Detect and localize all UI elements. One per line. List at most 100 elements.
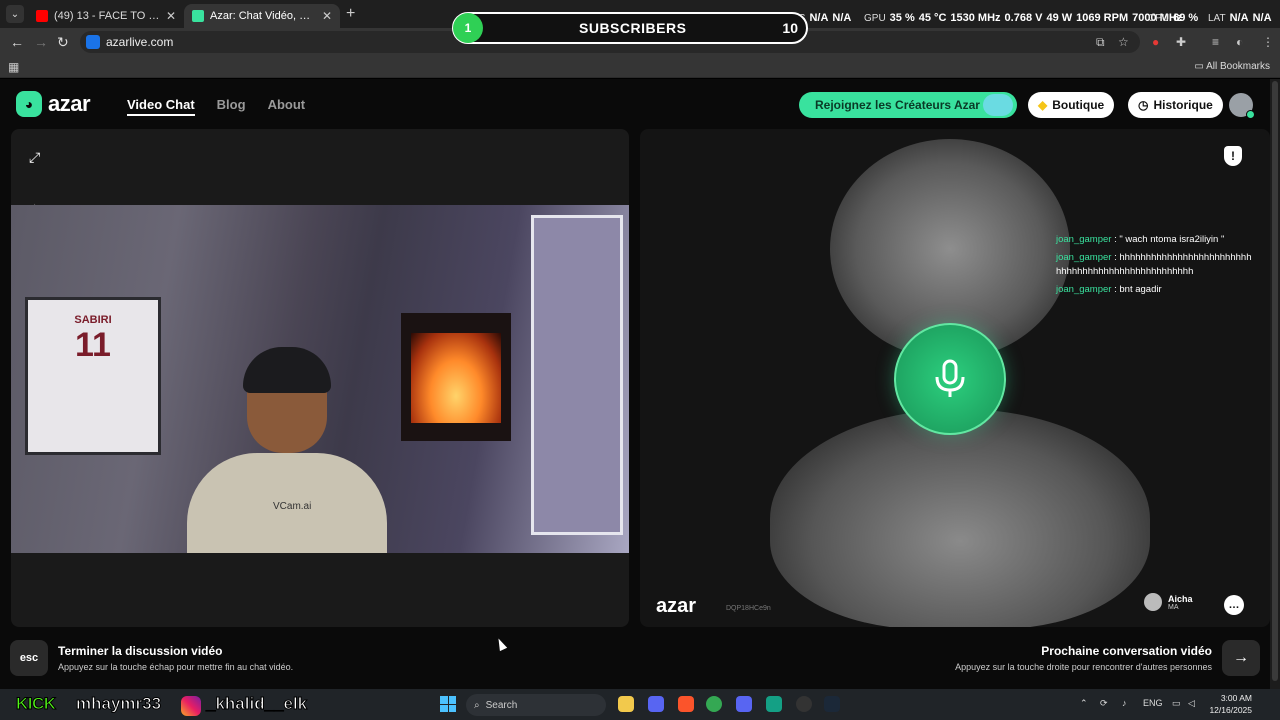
forward-icon[interactable]: → [34, 34, 48, 50]
jersey-number: 11 [75, 326, 111, 364]
nav-blog[interactable]: Blog [217, 97, 246, 116]
extension-icon[interactable]: ● [1152, 35, 1159, 49]
kick-username: mhaymr33 [75, 694, 162, 714]
hoodie-logo-text: VCam.ai [273, 501, 312, 512]
next-chat-hint: Appuyez sur la touche droite pour rencon… [955, 662, 1212, 672]
bookmarks-bar: ▦ ▭ All Bookmarks [0, 56, 1280, 78]
chat-bubble-icon[interactable]: … [1224, 595, 1244, 615]
gpu-stat: GPU 35 % 45 °C 1530 MHz 0.768 V 49 W 106… [864, 12, 1183, 24]
my-video-panel: ⤢ ✦ ☻ SABIRI 11 VCam.ai [11, 129, 629, 627]
azar-logo-icon: ◕ [16, 91, 42, 117]
fireplace-tv [401, 313, 511, 441]
bookmark-star-icon[interactable]: ☆ [1118, 35, 1129, 49]
browser-menu-icon[interactable]: ⋮ [1262, 35, 1274, 49]
language-indicator[interactable]: ENG [1143, 698, 1163, 708]
end-chat-hint: Appuyez sur la touche échap pour mettre … [58, 662, 294, 672]
microphone-button[interactable] [894, 323, 1006, 435]
instagram-icon [181, 696, 201, 716]
jersey-name: SABIRI [74, 314, 112, 326]
subscriber-goal: 10 [782, 20, 798, 36]
tray-mic-icon[interactable]: ♪ [1122, 698, 1127, 708]
azar-watermark: azar [656, 595, 697, 617]
app-icon[interactable] [766, 696, 782, 712]
partner-info[interactable]: Aicha MA [1144, 593, 1193, 611]
subscriber-label: SUBSCRIBERS [579, 20, 687, 36]
creators-decoration-icon [983, 94, 1013, 116]
next-chat-title: Prochaine conversation vidéo [1041, 644, 1212, 658]
end-chat-button[interactable]: esc [10, 640, 48, 676]
close-tab-icon[interactable]: ✕ [322, 9, 332, 23]
close-tab-icon[interactable]: ✕ [166, 9, 176, 23]
cpu-stat: CPU 69 % [1148, 12, 1199, 24]
obs-icon[interactable] [796, 696, 812, 712]
tray-expand-icon[interactable]: ⌃ [1080, 698, 1088, 709]
user-avatar-button[interactable] [1229, 93, 1255, 119]
partner-country: MA [1168, 603, 1179, 611]
boutique-button[interactable]: ◆ Boutique [1028, 92, 1115, 118]
azar-logo-text: azar [48, 91, 91, 116]
media-controls-icon[interactable]: ≡ [1212, 35, 1219, 49]
azar-page: ◕ azar Video Chat Blog About Rejoignez l… [0, 79, 1270, 689]
chat-message: joan_gamper : bnt agadir [1056, 284, 1162, 295]
network-icon[interactable]: ▭ [1172, 698, 1181, 709]
taskbar-search[interactable]: ⌕ Search [466, 694, 606, 716]
my-camera-feed: SABIRI 11 VCam.ai [11, 205, 629, 553]
all-bookmarks-link[interactable]: ▭ All Bookmarks [1194, 61, 1270, 72]
reload-icon[interactable]: ↻ [57, 34, 69, 51]
partner-video-panel: ! joan_gamper : " wach ntoma isra2iliyin… [640, 129, 1270, 627]
clock[interactable]: 3:00 AM 12/16/2025 [1206, 692, 1252, 716]
blurred-placeholder-body [770, 409, 1150, 627]
azar-logo[interactable]: ◕ azar [16, 91, 91, 117]
page-scrollbar[interactable] [1270, 79, 1280, 689]
apps-grid-icon[interactable]: ▦ [8, 60, 19, 74]
azar-icon [192, 10, 204, 22]
report-shield-icon[interactable]: ! [1224, 146, 1242, 166]
instagram-username: _khalid__elk [205, 694, 308, 714]
subscriber-goal-overlay: 1 SUBSCRIBERS 10 [452, 12, 808, 44]
kick-logo: KICK [16, 694, 57, 714]
partner-name: Aicha [1168, 593, 1193, 604]
nav-about[interactable]: About [268, 97, 306, 116]
discord-alt-icon[interactable] [736, 696, 752, 712]
tab-azar[interactable]: Azar: Chat Vidéo, Rencontre ✕ [184, 4, 340, 28]
session-id: DQP18HCe9n [726, 605, 771, 612]
chat-messages: joan_gamper : " wach ntoma isra2iliyin "… [1056, 233, 1252, 301]
install-app-icon[interactable]: ⧉ [1096, 35, 1105, 50]
tab-youtube[interactable]: (49) 13 - FACE TO FACE (LYRIC V ✕ [28, 4, 184, 28]
volume-icon[interactable]: ◁ [1188, 698, 1195, 709]
next-chat-button[interactable]: → [1222, 640, 1260, 676]
diamond-icon: ◆ [1038, 98, 1048, 112]
back-icon[interactable]: ← [10, 34, 24, 50]
clock-icon: ◷ [1138, 98, 1149, 112]
steam-icon[interactable] [824, 696, 840, 712]
tab-title: (49) 13 - FACE TO FACE (LYRIC V [54, 10, 160, 22]
online-dot-icon [1246, 110, 1255, 119]
windows-taskbar: KICK mhaymr33 _khalid__elk ⌕ Search ⌃ ⟳ … [0, 689, 1280, 720]
chat-message: joan_gamper : hhhhhhhhhhhhhhhhhhhhhhhhhh… [1056, 252, 1252, 277]
streamer: VCam.ai [187, 347, 387, 553]
site-info-icon[interactable] [86, 35, 100, 49]
tab-search-icon[interactable]: ⌄ [6, 5, 24, 23]
latency-stat: LAT N/A N/A [1208, 12, 1272, 24]
brave-icon[interactable] [678, 696, 694, 712]
expand-icon[interactable]: ⤢ [29, 149, 40, 166]
tab-title: Azar: Chat Vidéo, Rencontre [210, 10, 316, 22]
new-tab-button[interactable]: + [346, 5, 355, 23]
extensions-puzzle-icon[interactable]: ✚ [1176, 35, 1186, 49]
profile-icon[interactable]: ◐ [1236, 35, 1243, 49]
chrome-icon[interactable] [706, 696, 722, 712]
framed-jersey: SABIRI 11 [25, 297, 161, 455]
file-explorer-icon[interactable] [618, 696, 634, 712]
search-icon: ⌕ [474, 699, 480, 711]
chat-message: joan_gamper : " wach ntoma isra2iliyin " [1056, 234, 1225, 245]
nav-video-chat[interactable]: Video Chat [127, 97, 195, 116]
main-nav: Video Chat Blog About [127, 97, 305, 116]
tray-sync-icon[interactable]: ⟳ [1100, 698, 1108, 709]
subscriber-count: 1 [453, 13, 483, 43]
url-text: azarlive.com [106, 35, 174, 49]
historique-button[interactable]: ◷ Historique [1128, 92, 1223, 118]
join-creators-button[interactable]: Rejoignez les Créateurs Azar [799, 92, 1017, 118]
arrow-right-icon: → [1233, 649, 1249, 666]
windows-start-icon[interactable] [440, 696, 456, 712]
discord-icon[interactable] [648, 696, 664, 712]
